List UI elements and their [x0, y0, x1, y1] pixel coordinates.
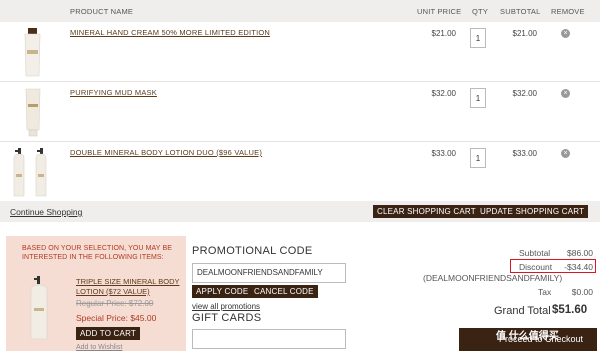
- table-row: MINERAL HAND CREAM 50% MORE LIMITED EDIT…: [0, 22, 600, 82]
- gift-card-input[interactable]: [192, 329, 346, 349]
- remove-icon[interactable]: ×: [561, 89, 570, 98]
- upsell-panel: BASED ON YOUR SELECTION, YOU MAY BE INTE…: [6, 236, 186, 351]
- col-product-name: PRODUCT NAME: [70, 7, 134, 16]
- product-link[interactable]: DOUBLE MINERAL BODY LOTION DUO ($96 VALU…: [70, 148, 262, 157]
- unit-price: $21.00: [431, 29, 456, 38]
- promo-code-title: PROMOTIONAL CODE: [192, 245, 313, 257]
- col-subtotal: SUBTOTAL: [500, 7, 541, 16]
- update-cart-button[interactable]: UPDATE SHOPPING CART: [476, 205, 589, 218]
- upsell-title: BASED ON YOUR SELECTION, YOU MAY BE INTE…: [22, 245, 173, 261]
- col-qty: QTY: [472, 7, 489, 16]
- site-watermark: 值 什么值得买: [496, 331, 559, 342]
- product-link[interactable]: PURIFYING MUD MASK: [70, 88, 157, 97]
- grand-total-label: Grand Total: [494, 305, 551, 317]
- table-row: DOUBLE MINERAL BODY LOTION DUO ($96 VALU…: [0, 142, 600, 202]
- cancel-code-button[interactable]: CANCEL CODE: [250, 285, 318, 298]
- row-subtotal: $32.00: [512, 89, 537, 98]
- remove-icon[interactable]: ×: [561, 149, 570, 158]
- special-price: Special Price: $45.00: [76, 313, 157, 323]
- quantity-input[interactable]: 1: [470, 88, 486, 108]
- add-to-cart-button[interactable]: ADD TO CART: [76, 327, 140, 340]
- gift-cards-title: GIFT CARDS: [192, 312, 262, 324]
- tax-value: $0.00: [571, 287, 593, 297]
- subtotal-value: $86.00: [567, 248, 593, 258]
- unit-price: $32.00: [431, 89, 456, 98]
- table-row: PURIFYING MUD MASK $32.00 1 $32.00 ×: [0, 82, 600, 142]
- unit-price: $33.00: [431, 149, 456, 158]
- discount-label: Discount: [519, 262, 553, 272]
- clear-cart-button[interactable]: CLEAR SHOPPING CART: [373, 205, 480, 218]
- tax-label: Tax: [538, 287, 552, 297]
- col-unit-price: UNIT PRICE: [417, 7, 462, 16]
- cart-table-header: PRODUCT NAME UNIT PRICE QTY SUBTOTAL REM…: [0, 0, 600, 22]
- view-promotions-link[interactable]: view all promotions: [192, 302, 260, 311]
- quantity-input[interactable]: 1: [470, 148, 486, 168]
- promo-code-input[interactable]: DEALMOONFRIENDSANDFAMILY: [192, 263, 346, 283]
- row-subtotal: $33.00: [512, 149, 537, 158]
- cart-actions-bar: Continue Shopping CLEAR SHOPPING CART UP…: [0, 201, 600, 222]
- discount-value: -$34.40: [564, 262, 593, 272]
- col-remove: REMOVE: [551, 7, 585, 16]
- discount-code-note: (DEALMOONFRIENDSANDFAMILY): [423, 273, 563, 283]
- regular-price: Regular Price: $72.00: [76, 299, 154, 308]
- upsell-product-link[interactable]: TRIPLE SIZE MINERAL BODY LOTION ($72 VAL…: [76, 277, 184, 297]
- apply-code-button[interactable]: APPLY CODE: [192, 285, 253, 298]
- quantity-input[interactable]: 1: [470, 28, 486, 48]
- remove-icon[interactable]: ×: [561, 29, 570, 38]
- row-subtotal: $21.00: [512, 29, 537, 38]
- mud-mask-image[interactable]: [10, 86, 54, 138]
- hand-cream-image[interactable]: [10, 26, 54, 78]
- triple-lotion-image[interactable]: [28, 276, 50, 340]
- product-link[interactable]: MINERAL HAND CREAM 50% MORE LIMITED EDIT…: [70, 28, 270, 37]
- continue-shopping-link[interactable]: Continue Shopping: [10, 207, 82, 217]
- grand-total-value: $51.60: [552, 304, 588, 316]
- body-lotion-duo-image[interactable]: [10, 146, 54, 198]
- subtotal-label: Subtotal: [519, 248, 551, 258]
- add-to-wishlist-link[interactable]: Add to Wishlist: [76, 344, 122, 351]
